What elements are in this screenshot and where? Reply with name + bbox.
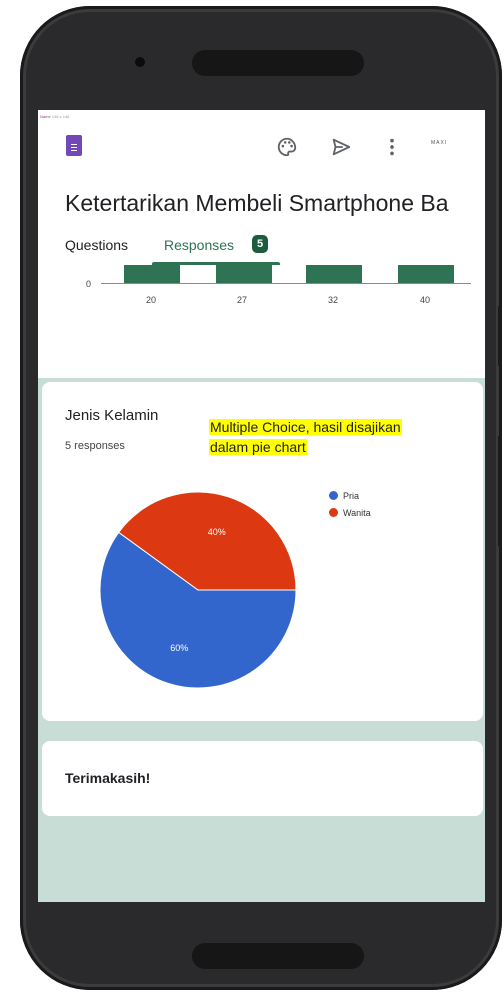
closing-text: Terimakasih! — [65, 770, 151, 786]
legend-swatch — [329, 491, 338, 500]
tab-questions[interactable]: Questions — [65, 237, 128, 253]
annotation-line: Multiple Choice, hasil disajikan — [209, 419, 402, 435]
age-bar-32 — [306, 265, 362, 283]
forms-icon[interactable] — [66, 135, 82, 156]
age-tick-label: 20 — [146, 295, 157, 305]
legend-label: Wanita — [343, 508, 371, 518]
home-bar — [192, 943, 364, 969]
pie-slice-label: 60% — [170, 643, 188, 653]
legend-item-wanita[interactable]: Wanita — [329, 508, 371, 518]
age-bar-40 — [398, 265, 454, 283]
frame-tag-name: Name — [40, 114, 51, 119]
send-icon[interactable] — [330, 136, 352, 158]
annotation-note: Multiple Choice, hasil disajikan dalam p… — [209, 417, 479, 457]
frame-tag: Name 146 x 146 — [40, 114, 69, 119]
volume-button — [498, 306, 502, 366]
age-chart-baseline — [101, 283, 471, 284]
palette-icon[interactable] — [276, 136, 298, 158]
more-vert-icon[interactable] — [381, 136, 403, 158]
tab-responses[interactable]: Responses — [164, 237, 234, 253]
account-avatar[interactable]: MAXI — [431, 140, 447, 146]
gender-pie-chart: 60% 40% — [99, 491, 297, 689]
earpiece-speaker — [192, 50, 364, 76]
app-screen: Name 146 x 146 MAXI Ketertarikan Membeli… — [38, 110, 485, 902]
annotation-line: dalam pie chart — [209, 439, 307, 455]
question-title: Jenis Kelamin — [65, 407, 159, 424]
front-camera — [135, 57, 145, 67]
pie-slice-label: 40% — [208, 527, 226, 537]
legend-swatch — [329, 508, 338, 517]
responses-count-badge: 5 — [252, 235, 268, 253]
age-bar-27 — [216, 265, 272, 283]
legend-item-pria[interactable]: Pria — [329, 491, 359, 501]
response-count: 5 responses — [65, 440, 125, 452]
power-button — [498, 436, 502, 546]
age-tick-label: 27 — [237, 295, 248, 305]
form-title: Ketertarikan Membeli Smartphone Ba — [65, 190, 449, 216]
age-tick-label: 32 — [328, 295, 339, 305]
legend-label: Pria — [343, 491, 360, 501]
age-tick-label: 40 — [420, 295, 431, 305]
frame-tag-dimensions: 146 x 146 — [51, 114, 70, 119]
age-chart-zero-label: 0 — [86, 279, 92, 289]
age-bar-20 — [124, 265, 180, 283]
